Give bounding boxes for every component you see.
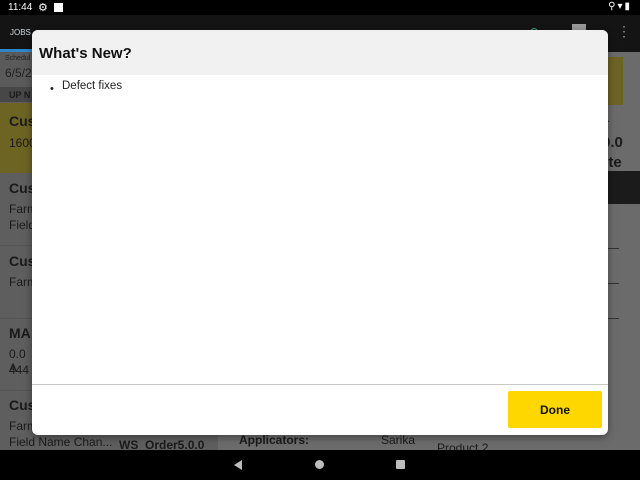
detail-tab-bar	[607, 171, 640, 204]
up-next-header: UP N	[0, 87, 34, 102]
list-item: Defect fixes	[62, 80, 123, 92]
divider	[607, 283, 619, 284]
detail-banner	[607, 57, 623, 105]
more-options-icon[interactable]: ⋮	[617, 23, 631, 40]
whats-new-dialog: What's New? • Defect fixes Done	[32, 30, 608, 435]
notification-icon	[54, 3, 63, 12]
job-detail-edge: ob. 0.0 ete s	[595, 52, 640, 452]
status-bar: 11:44 ⚙ ⚲▾▮	[0, 0, 640, 15]
list-item[interactable]: MA 0.0 A 444	[0, 320, 34, 391]
gear-icon: ⚙	[38, 2, 48, 14]
status-time: 11:44	[8, 2, 33, 13]
dialog-content	[32, 75, 608, 384]
dialog-divider	[32, 384, 608, 385]
list-item[interactable]: Cus Farm Field	[0, 175, 37, 246]
dialog-title: What's New?	[39, 45, 132, 62]
divider	[607, 318, 619, 319]
list-item[interactable]: Cus Farm Field Name Chan...	[0, 392, 112, 450]
applicator-name: Sarika	[381, 433, 416, 447]
scheduled-header: Schedul 6/5/2	[0, 52, 34, 87]
system-nav-bar	[0, 450, 640, 480]
list-item[interactable]: Cus Farm	[0, 248, 37, 319]
recent-apps-icon[interactable]	[396, 460, 405, 469]
back-icon[interactable]	[234, 460, 242, 470]
tab-jobs[interactable]: JOBS	[10, 28, 31, 37]
home-icon[interactable]	[315, 460, 324, 469]
applicators-label: Applicators:	[239, 433, 310, 447]
dialog-header: What's New?	[32, 30, 608, 75]
status-icons: ⚲▾▮	[608, 1, 632, 12]
selected-job-card[interactable]: Cus 1600	[0, 103, 36, 173]
done-button[interactable]: Done	[508, 391, 602, 428]
divider	[607, 248, 619, 249]
bullet-icon: •	[50, 83, 54, 95]
